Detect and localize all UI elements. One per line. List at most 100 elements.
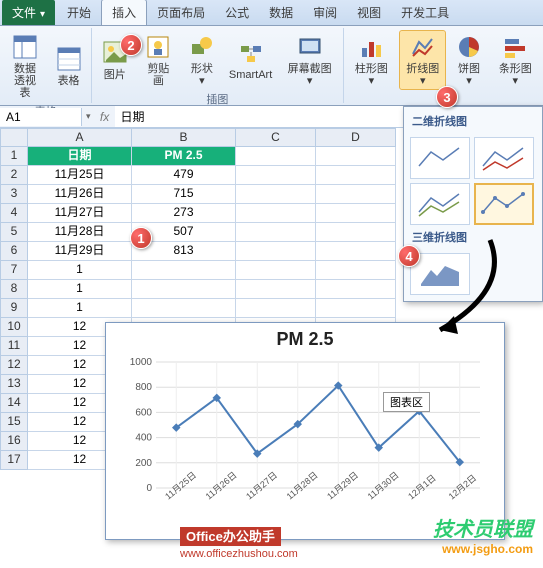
- cell[interactable]: 1: [28, 299, 132, 318]
- line-type-3[interactable]: [410, 183, 470, 225]
- chart-tooltip: 图表区: [383, 392, 430, 412]
- col-B[interactable]: B: [132, 128, 236, 147]
- line-type-2[interactable]: [474, 137, 534, 179]
- row-header[interactable]: 12: [0, 356, 28, 375]
- row-header[interactable]: 16: [0, 432, 28, 451]
- clipart-button[interactable]: 剪贴画: [137, 30, 179, 90]
- cell[interactable]: [316, 204, 396, 223]
- tab-dev[interactable]: 开发工具: [391, 0, 459, 25]
- badge-1: 1: [130, 227, 152, 249]
- row-header[interactable]: 7: [0, 261, 28, 280]
- row-header[interactable]: 15: [0, 413, 28, 432]
- row-header[interactable]: 17: [0, 451, 28, 470]
- badge-4: 4: [398, 245, 420, 267]
- pie-chart-button[interactable]: 饼图▾: [450, 30, 487, 90]
- cell[interactable]: 715: [132, 185, 236, 204]
- cell[interactable]: [316, 166, 396, 185]
- cell[interactable]: [316, 147, 396, 166]
- row-header[interactable]: 4: [0, 204, 28, 223]
- cell[interactable]: [132, 280, 236, 299]
- svg-text:12月1日: 12月1日: [406, 473, 438, 502]
- row-header[interactable]: 3: [0, 185, 28, 204]
- cell[interactable]: [132, 261, 236, 280]
- tab-data[interactable]: 数据: [259, 0, 303, 25]
- table-icon: [55, 45, 83, 73]
- tab-insert[interactable]: 插入: [101, 0, 147, 25]
- cell[interactable]: [236, 185, 316, 204]
- tab-view[interactable]: 视图: [347, 0, 391, 25]
- cell[interactable]: [316, 280, 396, 299]
- pivot-icon: [11, 33, 39, 61]
- table-button[interactable]: 表格: [50, 42, 87, 90]
- column-chart-button[interactable]: 柱形图▾: [348, 30, 395, 90]
- svg-text:800: 800: [135, 382, 152, 393]
- line-chart-button[interactable]: 折线图▾: [399, 30, 446, 90]
- cell[interactable]: 1: [28, 261, 132, 280]
- name-box-dropdown-icon[interactable]: ▾: [82, 111, 95, 122]
- line-chart-label: 折线图▾: [404, 63, 441, 87]
- row-header[interactable]: 5: [0, 223, 28, 242]
- col-A[interactable]: A: [28, 128, 132, 147]
- fx-icon[interactable]: fx: [95, 110, 115, 124]
- cell[interactable]: 11月26日: [28, 185, 132, 204]
- cell[interactable]: 11月28日: [28, 223, 132, 242]
- cell[interactable]: 479: [132, 166, 236, 185]
- clipart-icon: [144, 33, 172, 61]
- line-type-4-markers[interactable]: [474, 183, 534, 225]
- cell[interactable]: [236, 242, 316, 261]
- tab-formula[interactable]: 公式: [215, 0, 259, 25]
- cell[interactable]: [132, 299, 236, 318]
- cell[interactable]: [316, 299, 396, 318]
- line-type-1[interactable]: [410, 137, 470, 179]
- svg-text:1000: 1000: [130, 357, 153, 368]
- tab-home[interactable]: 开始: [57, 0, 101, 25]
- screenshot-button[interactable]: 屏幕截图▾: [281, 30, 339, 90]
- cell[interactable]: [236, 204, 316, 223]
- cell[interactable]: [316, 242, 396, 261]
- cell[interactable]: [236, 299, 316, 318]
- row-header[interactable]: 8: [0, 280, 28, 299]
- chart-object[interactable]: PM 2.5 0200400600800100011月25日11月26日11月2…: [105, 322, 505, 540]
- svg-text:11月27日: 11月27日: [244, 470, 279, 502]
- shapes-button[interactable]: 形状▾: [183, 30, 220, 90]
- bar-chart-button[interactable]: 条形图▾: [492, 30, 539, 90]
- cell[interactable]: PM 2.5: [132, 147, 236, 166]
- row-header[interactable]: 14: [0, 394, 28, 413]
- group-tables: 数据 透视表 表格 表格: [0, 28, 92, 103]
- cell[interactable]: 11月25日: [28, 166, 132, 185]
- arrow-annotation: [410, 230, 520, 350]
- row-header[interactable]: 9: [0, 299, 28, 318]
- cell[interactable]: [316, 185, 396, 204]
- cell[interactable]: [236, 223, 316, 242]
- row-header[interactable]: 2: [0, 166, 28, 185]
- cell[interactable]: [236, 261, 316, 280]
- tab-file[interactable]: 文件: [2, 0, 55, 25]
- col-D[interactable]: D: [316, 128, 396, 147]
- cell[interactable]: [236, 280, 316, 299]
- cell[interactable]: [316, 261, 396, 280]
- row-header[interactable]: 11: [0, 337, 28, 356]
- tab-layout[interactable]: 页面布局: [147, 0, 215, 25]
- row-header[interactable]: 10: [0, 318, 28, 337]
- col-C[interactable]: C: [236, 128, 316, 147]
- name-box[interactable]: A1: [0, 108, 82, 126]
- pivot-table-button[interactable]: 数据 透视表: [4, 30, 46, 102]
- row-header[interactable]: 1: [0, 147, 28, 166]
- row-header[interactable]: 13: [0, 375, 28, 394]
- cell[interactable]: [316, 223, 396, 242]
- smartart-button[interactable]: SmartArt: [225, 36, 277, 84]
- svg-text:11月26日: 11月26日: [204, 470, 239, 502]
- cell[interactable]: 11月29日: [28, 242, 132, 261]
- row-header[interactable]: 6: [0, 242, 28, 261]
- pie-chart-label: 饼图▾: [455, 63, 482, 87]
- cell[interactable]: [236, 147, 316, 166]
- cell[interactable]: 11月27日: [28, 204, 132, 223]
- smartart-icon: [237, 39, 265, 67]
- cell[interactable]: 1: [28, 280, 132, 299]
- tab-review[interactable]: 审阅: [303, 0, 347, 25]
- cell[interactable]: 日期: [28, 147, 132, 166]
- select-all-corner[interactable]: [0, 128, 28, 147]
- cell[interactable]: 273: [132, 204, 236, 223]
- bar-chart-icon: [501, 33, 529, 61]
- cell[interactable]: [236, 166, 316, 185]
